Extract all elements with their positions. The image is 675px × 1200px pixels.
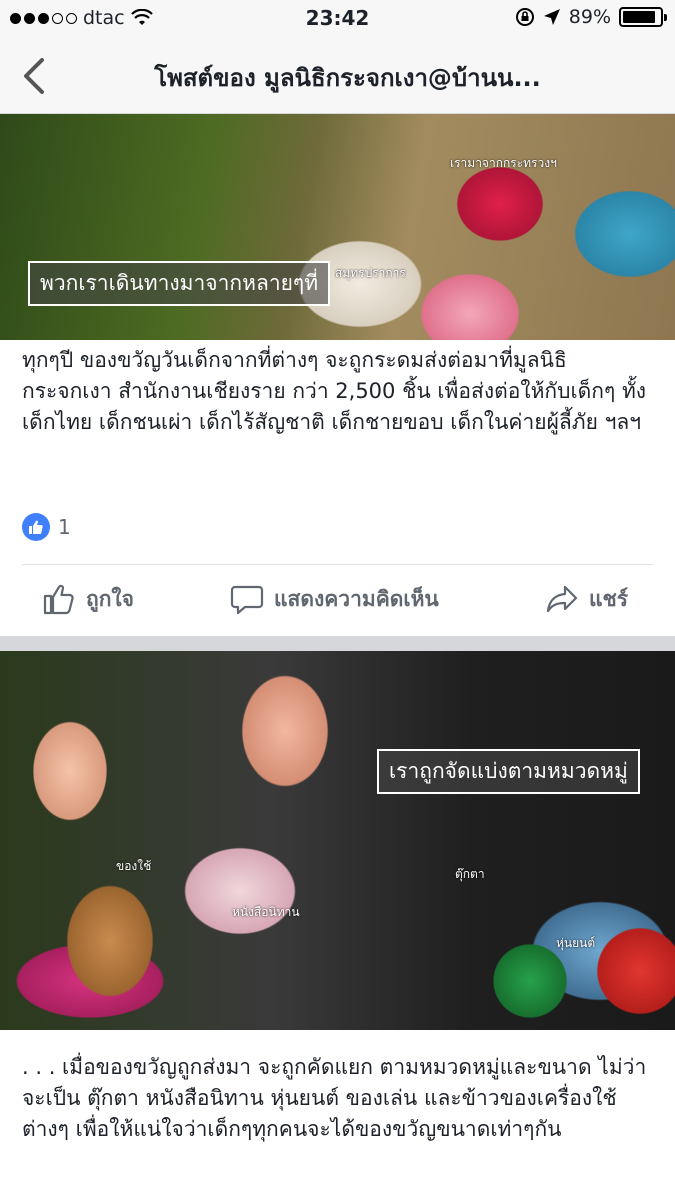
- post-photo-toys-on-grass[interactable]: เรามาจากกระทรวงฯ สมุทรปราการ พวกเราเดินท…: [0, 114, 675, 340]
- like-button[interactable]: ถูกใจ: [42, 582, 134, 616]
- rotation-lock-icon: [515, 8, 534, 26]
- photo-caption-label: พวกเราเดินทางมาจากหลายๆที่: [28, 261, 331, 306]
- thumbs-up-icon: [43, 584, 74, 615]
- photo-tag: ของใช้: [116, 859, 152, 873]
- post-body-text: ทุกๆปี ของขวัญวันเด็กจากที่ต่างๆ จะถูกระ…: [22, 348, 647, 434]
- page-title: โพสต์ของ มูลนิธิกระจกเงา@บ้านน...: [154, 64, 541, 92]
- like-label: ถูกใจ: [86, 586, 134, 611]
- reaction-summary[interactable]: 1: [22, 513, 71, 541]
- photo-tag: หุ่นยนต์: [556, 936, 596, 950]
- battery-percent: 89%: [568, 6, 611, 28]
- reaction-count: 1: [58, 515, 71, 539]
- back-button[interactable]: [18, 56, 54, 96]
- feed-separator: [0, 636, 675, 651]
- chevron-left-icon: [24, 58, 44, 94]
- share-button[interactable]: แชร์: [545, 582, 628, 616]
- status-bar: dtac 23:42 89%: [0, 0, 675, 38]
- divider: [22, 564, 653, 565]
- thumbs-up-reaction-icon: [22, 513, 50, 541]
- photo-tag: ตุ๊กตา: [455, 867, 485, 881]
- status-right: 89%: [515, 6, 667, 28]
- photo-tag: เรามาจากกระทรวงฯ: [450, 156, 557, 170]
- post-action-bar: ถูกใจ แสดงความคิดเห็น แชร์: [0, 570, 675, 634]
- photo-tag: สมุทรปราการ: [335, 266, 406, 280]
- photo-caption-label: เราถูกจัดแบ่งตามหมวดหมู่: [377, 749, 640, 794]
- share-label: แชร์: [589, 586, 629, 611]
- comment-bubble-icon: [230, 585, 264, 615]
- location-arrow-icon: [543, 9, 560, 25]
- navigation-bar: โพสต์ของ มูลนิธิกระจกเงา@บ้านน...: [0, 38, 675, 114]
- share-arrow-icon: [546, 585, 578, 613]
- comment-button[interactable]: แสดงความคิดเห็น: [230, 582, 439, 616]
- post-body-text: . . . เมื่อของขวัญถูกส่งมา จะถูกคัดแยก ต…: [22, 1055, 647, 1141]
- battery-icon: [619, 7, 667, 27]
- comment-label: แสดงความคิดเห็น: [274, 586, 439, 611]
- photo-tag: หนังสือนิทาน: [232, 905, 300, 919]
- post-photo-sorted-toys[interactable]: เราถูกจัดแบ่งตามหมวดหมู่ ของใช้ ตุ๊กตา ห…: [0, 651, 675, 1030]
